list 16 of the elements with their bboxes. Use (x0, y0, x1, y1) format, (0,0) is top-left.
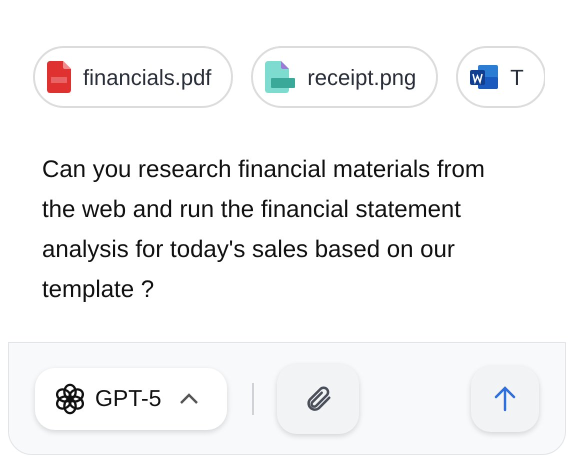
attachment-chip[interactable]: T (456, 46, 545, 108)
attachment-chip[interactable]: financials.pdf (33, 46, 234, 108)
model-selector[interactable]: GPT-5 (35, 368, 227, 430)
pdf-file-icon (47, 61, 71, 93)
attach-button[interactable] (277, 364, 359, 434)
message-text: Can you research financial materials from the web and run the financial statement analysis for today's sales based on our template ? (42, 155, 486, 305)
file-name: financials.pdf (83, 64, 212, 92)
file-name: T (510, 64, 524, 92)
send-button[interactable] (471, 366, 539, 432)
caret-up-icon (179, 392, 200, 404)
image-file-icon (265, 61, 296, 93)
flower-logo-icon (53, 382, 87, 416)
word-document-icon (470, 63, 498, 91)
attachment-chip[interactable]: receipt.png (251, 46, 438, 108)
file-name: receipt.png (307, 64, 416, 92)
arrow-up-icon (493, 386, 517, 412)
